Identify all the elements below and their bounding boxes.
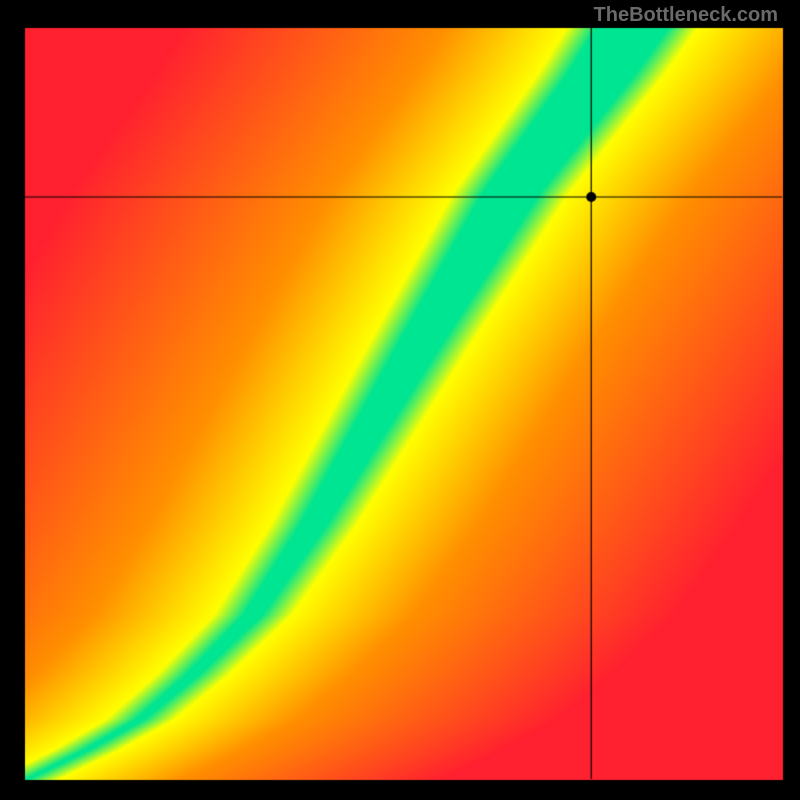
chart-container: TheBottleneck.com xyxy=(0,0,800,800)
bottleneck-heatmap xyxy=(0,0,800,800)
watermark-text: TheBottleneck.com xyxy=(594,4,778,27)
